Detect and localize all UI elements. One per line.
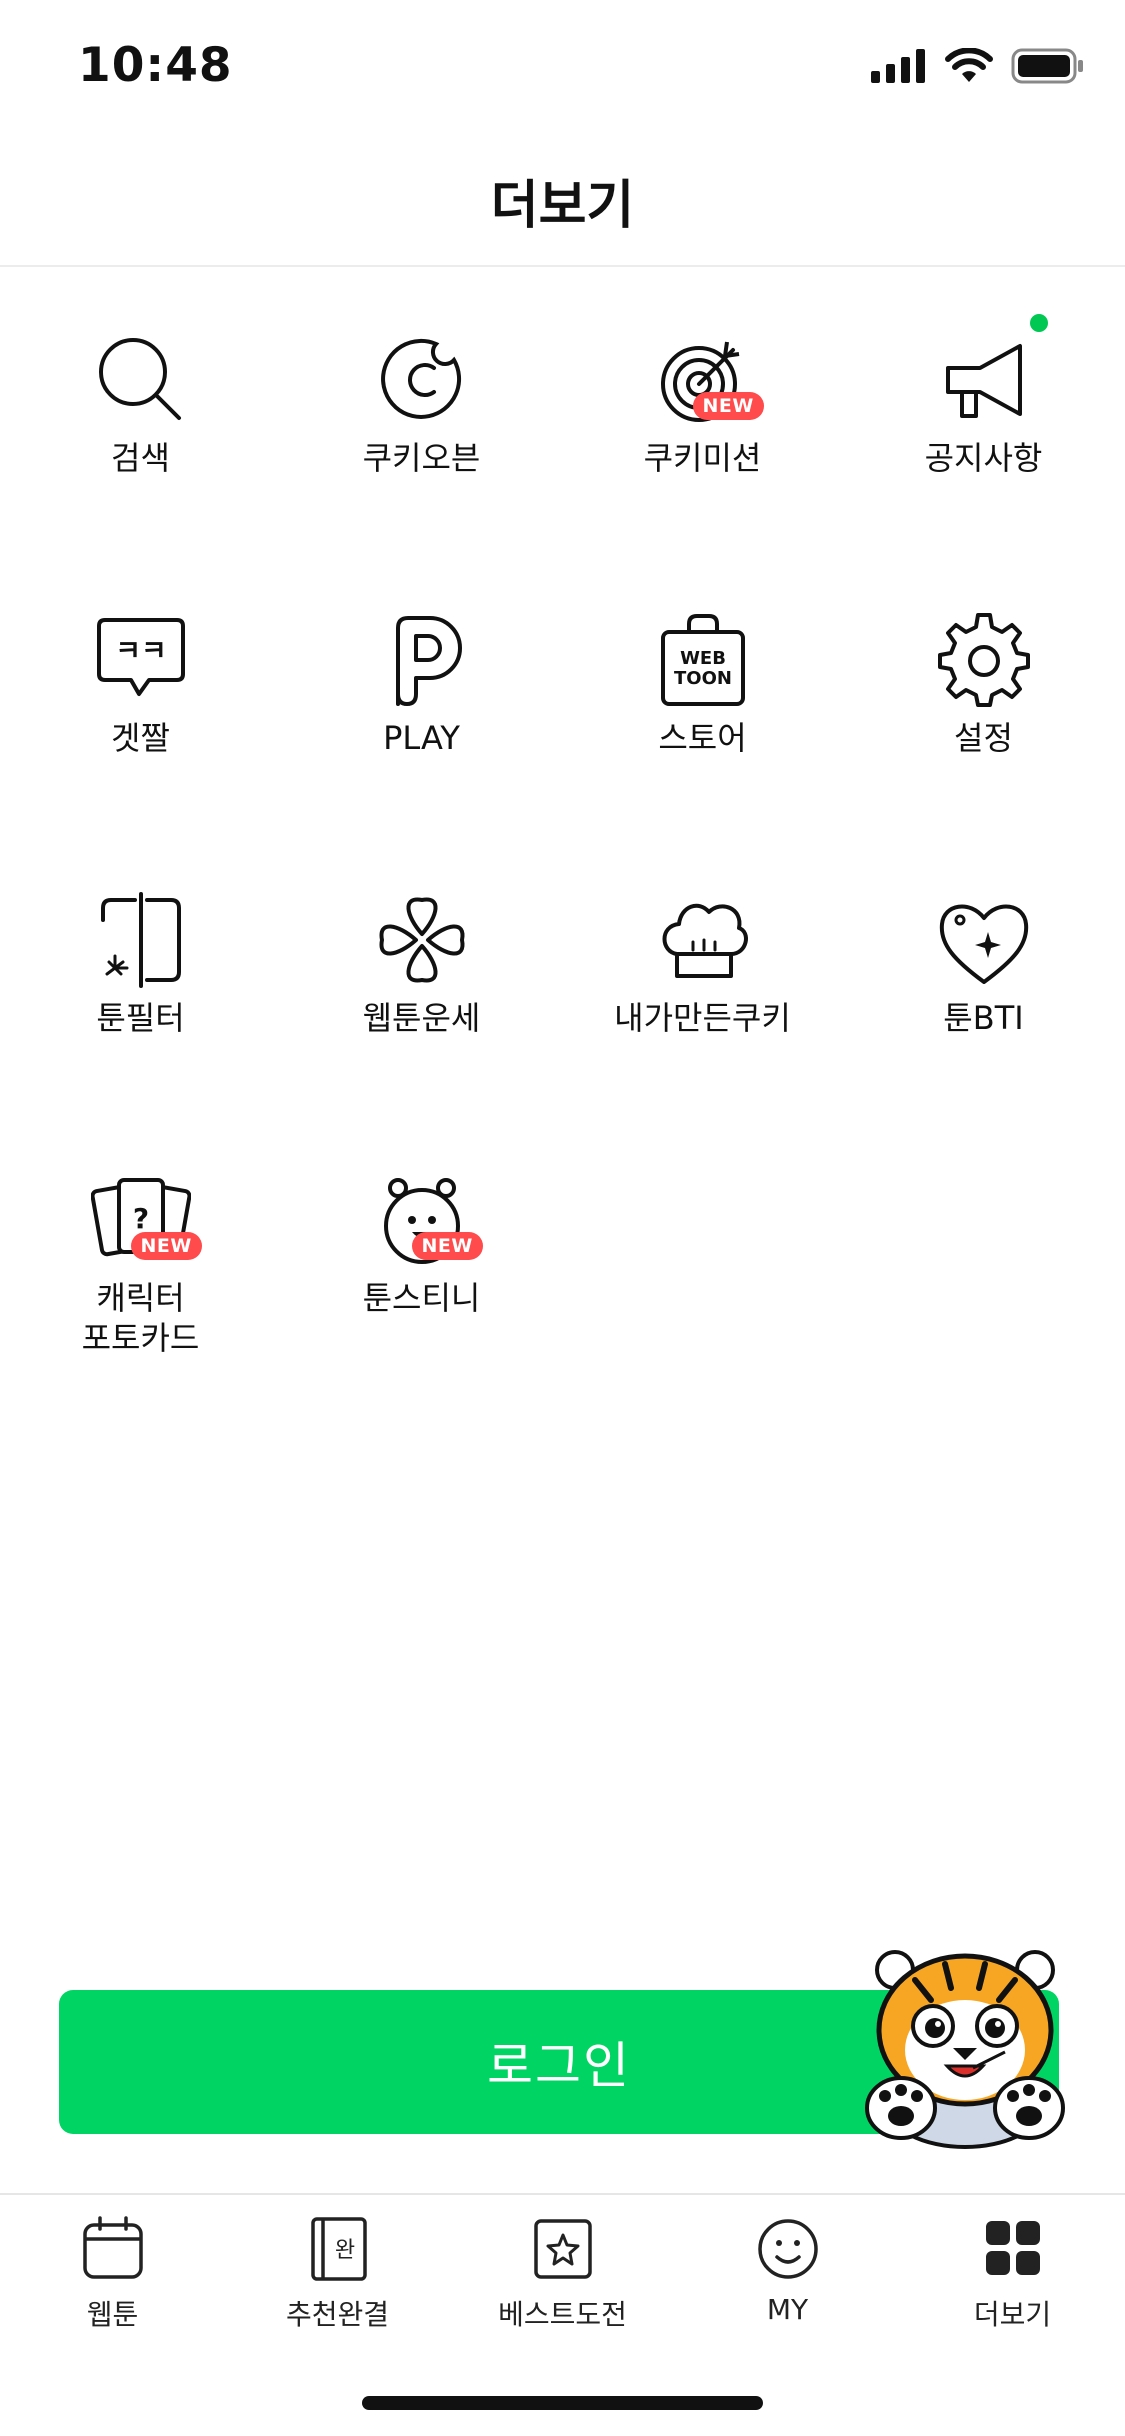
status-bar: 10:48 [0,0,1125,135]
tab-label: MY [766,2293,809,2326]
chat-bubble-text: ㅋㅋ [115,634,167,667]
search-icon [98,338,181,420]
chef-hat-icon [662,903,748,978]
store-bag-text-1: WEB [680,648,726,669]
photo-card-text: ? [132,1202,148,1235]
menu-item-label: PLAY [383,719,460,757]
calendar-icon [82,2216,143,2279]
smiley-icon [757,2219,818,2279]
grid-icon [985,2221,1040,2275]
gear-icon [937,613,1030,707]
menu-item-store[interactable]: WEB TOON 스토어 [562,610,843,758]
tiger-mascot-illustration [865,1950,1065,2149]
star-box-icon [533,2219,592,2279]
header: 더보기 [0,135,1125,267]
menu-item-search[interactable]: 검색 [0,330,281,478]
menu-item-settings[interactable]: 설정 [843,610,1124,758]
menu-item-toonbti[interactable]: 툰BTI [843,890,1124,1038]
menu-item-toon-filter[interactable]: 툰필터 [0,890,281,1038]
menu-item-cookie-oven[interactable]: 쿠키오븐 [281,330,562,478]
menu-item-label: 쿠키오븐 [362,439,481,477]
tab-label: 더보기 [973,2298,1052,2331]
tab-my[interactable]: MY [675,2213,900,2326]
notification-dot [1029,314,1048,332]
tab-label: 베스트도전 [498,2298,627,2331]
cookie-oven-icon [380,338,461,419]
menu-item-label: 툰BTI [943,999,1024,1037]
new-badge: NEW [692,392,764,420]
status-time: 10:48 [78,38,233,93]
home-indicator [362,2396,763,2410]
new-badge: NEW [130,1232,202,1260]
book-icon: 완 [310,2217,367,2281]
battery-icon [1011,48,1083,84]
menu-item-label: 겟짤 [111,719,170,757]
menu-item-toonstiny[interactable]: NEW 툰스티니 [281,1170,562,1318]
tab-recommended-completed[interactable]: 완 추천완결 [225,2213,450,2333]
menu-item-play[interactable]: PLAY [281,610,562,758]
menu-item-cookie-mission[interactable]: NEW 쿠키미션 [562,330,843,478]
new-badge: NEW [411,1232,483,1260]
chat-bubble-icon: ㅋㅋ [96,618,185,696]
tab-best-challenge[interactable]: 베스트도전 [450,2213,675,2333]
tab-label: 추천완결 [285,2298,390,2331]
menu-item-label: 공지사항 [924,439,1043,477]
store-bag-text-2: TOON [674,668,732,689]
tab-webtoon[interactable]: 웹툰 [0,2213,225,2333]
bottom-tab-bar: 웹툰 완 추천완결 베스트도전 MY 더보기 [0,2193,1125,2345]
play-p-icon [395,616,462,706]
store-bag-icon: WEB TOON [660,614,745,706]
menu-item-my-cookie[interactable]: 내가만든쿠키 [562,890,843,1038]
menu-item-getjjal[interactable]: ㅋㅋ 겟짤 [0,610,281,758]
menu-item-label: 캐릭터 포토카드 [81,1279,200,1357]
menu-item-notice[interactable]: 공지사항 [843,314,1124,478]
menu-item-fortune[interactable]: 웹툰운세 [281,890,562,1038]
megaphone-icon [945,344,1022,418]
menu-item-label: 툰스티니 [362,1279,481,1317]
menu-item-photo-card[interactable]: ? NEW 캐릭터 포토카드 [0,1170,281,1358]
menu-item-label: 스토어 [658,719,747,757]
heart-sparkle-icon [939,904,1028,984]
signal-icon [871,49,925,83]
menu-item-label: 쿠키미션 [643,439,762,477]
menu-item-label: 내가만든쿠키 [614,999,791,1037]
toon-filter-icon [100,892,181,988]
book-icon-text: 완 [334,2238,354,2263]
menu-item-label: 툰필터 [96,999,185,1037]
status-icons [871,48,1085,84]
menu-item-label: 웹툰운세 [362,999,481,1037]
tab-label: 웹툰 [86,2298,139,2331]
wifi-icon [945,48,993,82]
menu-item-label: 검색 [111,439,170,477]
tab-more[interactable]: 더보기 [900,2213,1125,2333]
menu-item-label: 설정 [954,719,1013,757]
page-title: 더보기 [490,176,635,236]
clover-icon [379,897,464,983]
